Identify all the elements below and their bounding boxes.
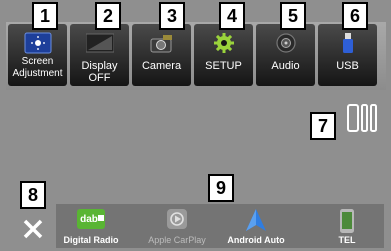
callout-1: 1: [32, 2, 58, 30]
screen-adjustment-label: Screen Adjustment: [12, 56, 63, 79]
apple-carplay-button[interactable]: Apple CarPlay: [146, 204, 208, 248]
android-auto-icon: [246, 209, 266, 231]
screen-adjustment-button[interactable]: Screen Adjustment: [8, 24, 67, 86]
callout-6: 6: [342, 2, 368, 30]
speaker-icon: [275, 33, 296, 53]
callout-4: 4: [219, 2, 245, 30]
callout-5: 5: [280, 2, 306, 30]
android-auto-label: Android Auto: [227, 235, 285, 245]
callout-8: 8: [20, 181, 46, 209]
phone-switch-button[interactable]: [345, 102, 379, 134]
digital-radio-button[interactable]: dab Digital Radio: [60, 204, 122, 248]
apple-carplay-label: Apple CarPlay: [148, 235, 206, 245]
close-icon[interactable]: [20, 216, 46, 242]
display-off-icon: [85, 33, 114, 53]
phone-icon: [340, 209, 354, 233]
usb-button[interactable]: USB: [318, 24, 377, 86]
camera-button[interactable]: Camera: [132, 24, 191, 86]
usb-icon: [342, 33, 353, 53]
tel-button[interactable]: TEL: [316, 204, 378, 248]
audio-label: Audio: [271, 60, 300, 72]
camera-icon: [150, 35, 172, 53]
display-off-button[interactable]: Display OFF: [70, 24, 129, 86]
audio-button[interactable]: Audio: [256, 24, 315, 86]
svg-text:dab: dab: [80, 214, 98, 225]
gear-icon: [213, 33, 234, 53]
callout-9: 9: [208, 174, 234, 202]
android-auto-button[interactable]: Android Auto: [225, 204, 287, 248]
digital-radio-label: Digital Radio: [63, 235, 119, 245]
callout-3: 3: [159, 2, 185, 30]
camera-label: Camera: [141, 60, 182, 72]
tel-label: TEL: [338, 235, 356, 245]
setup-button[interactable]: SETUP: [194, 24, 253, 86]
callout-2: 2: [95, 2, 121, 30]
dab-icon: dab: [77, 209, 105, 229]
screen-adjust-icon: [24, 32, 51, 54]
carplay-icon: [167, 209, 187, 229]
setup-label: SETUP: [205, 60, 242, 72]
callout-7: 7: [310, 112, 336, 140]
display-off-label: Display OFF: [81, 60, 118, 84]
usb-label: USB: [336, 60, 359, 72]
